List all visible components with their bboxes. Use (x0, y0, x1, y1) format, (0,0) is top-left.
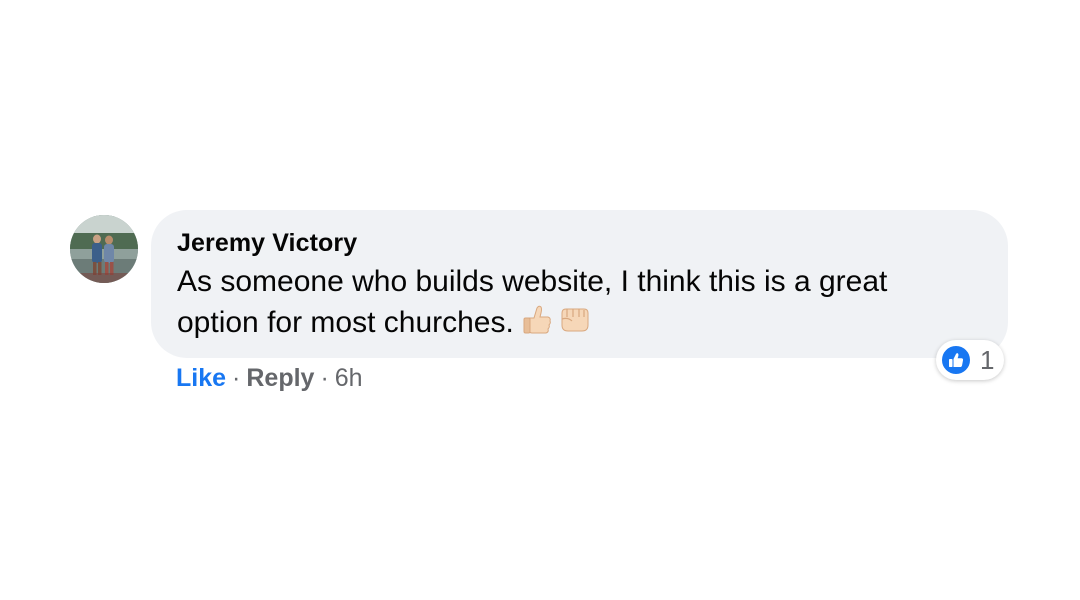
separator-dot: · (320, 364, 329, 392)
comment-actions: Like · Reply · 6h (176, 363, 363, 393)
comment-text-line2: option for most churches. (177, 306, 514, 339)
reaction-count: 1 (980, 344, 995, 375)
separator-dot: · (232, 364, 241, 392)
comment-text-line1: As someone who builds website, I think t… (177, 265, 888, 298)
fist-bump-icon (556, 303, 592, 348)
comment-author[interactable]: Jeremy Victory (177, 227, 983, 259)
avatar[interactable] (70, 215, 138, 283)
comment-timestamp[interactable]: 6h (335, 364, 363, 392)
comment-bubble: Jeremy Victory As someone who builds web… (151, 210, 1008, 358)
thumbs-up-icon (520, 303, 554, 348)
like-button[interactable]: Like (176, 364, 226, 392)
comment: Jeremy Victory As someone who builds web… (70, 210, 1010, 410)
like-icon (940, 344, 972, 376)
reaction-summary[interactable]: 1 (936, 340, 1005, 380)
comment-text: As someone who builds website, I think t… (177, 261, 983, 348)
reply-button[interactable]: Reply (246, 364, 314, 392)
